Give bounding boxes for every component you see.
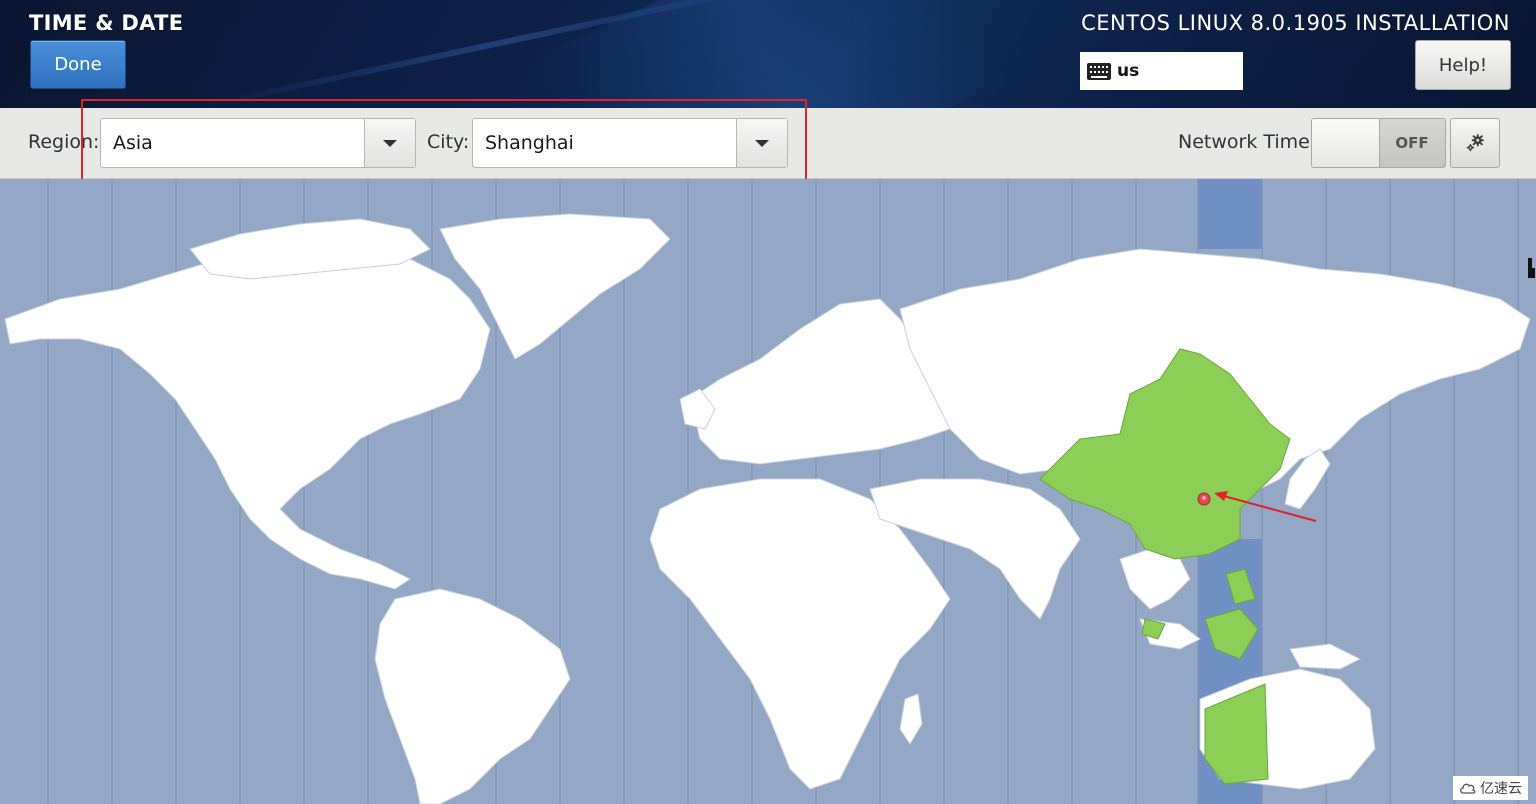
chevron-down-icon bbox=[755, 139, 769, 147]
mouse-cursor-icon bbox=[1528, 258, 1535, 278]
chevron-down-icon bbox=[383, 139, 397, 147]
watermark: 亿速云 bbox=[1453, 776, 1528, 800]
network-time-label: Network Time bbox=[1178, 131, 1310, 153]
network-time-switch[interactable]: OFF bbox=[1311, 118, 1446, 168]
world-map[interactable] bbox=[0, 179, 1536, 804]
switch-state-label: OFF bbox=[1395, 134, 1429, 152]
switch-knob[interactable] bbox=[1312, 119, 1380, 167]
keyboard-icon bbox=[1087, 62, 1111, 80]
help-button[interactable]: Help! bbox=[1415, 40, 1511, 90]
keyboard-layout-label: us bbox=[1117, 61, 1140, 81]
city-label: City: bbox=[427, 131, 470, 153]
keyboard-layout-indicator[interactable]: us bbox=[1080, 52, 1243, 90]
gear-icon bbox=[1466, 134, 1484, 152]
location-pin-icon[interactable] bbox=[1197, 492, 1211, 506]
city-value: Shanghai bbox=[485, 132, 574, 154]
header-bar: TIME & DATE Done CENTOS LINUX 8.0.1905 I… bbox=[0, 0, 1536, 108]
city-combobox[interactable]: Shanghai bbox=[472, 118, 788, 168]
ntp-settings-button[interactable] bbox=[1450, 118, 1500, 168]
installation-title: CENTOS LINUX 8.0.1905 INSTALLATION bbox=[1081, 11, 1510, 35]
cloud-logo-icon bbox=[1460, 783, 1476, 794]
region-dropdown-button[interactable] bbox=[364, 119, 415, 167]
watermark-text: 亿速云 bbox=[1480, 781, 1522, 797]
page-title: TIME & DATE bbox=[29, 11, 184, 35]
done-button[interactable]: Done bbox=[30, 40, 126, 89]
region-value: Asia bbox=[113, 132, 153, 154]
region-label: Region: bbox=[28, 131, 100, 153]
region-combobox[interactable]: Asia bbox=[100, 118, 416, 168]
header-decoration bbox=[533, 0, 1007, 108]
timezone-map[interactable]: 亿速云 bbox=[0, 179, 1536, 804]
city-dropdown-button[interactable] bbox=[736, 119, 787, 167]
